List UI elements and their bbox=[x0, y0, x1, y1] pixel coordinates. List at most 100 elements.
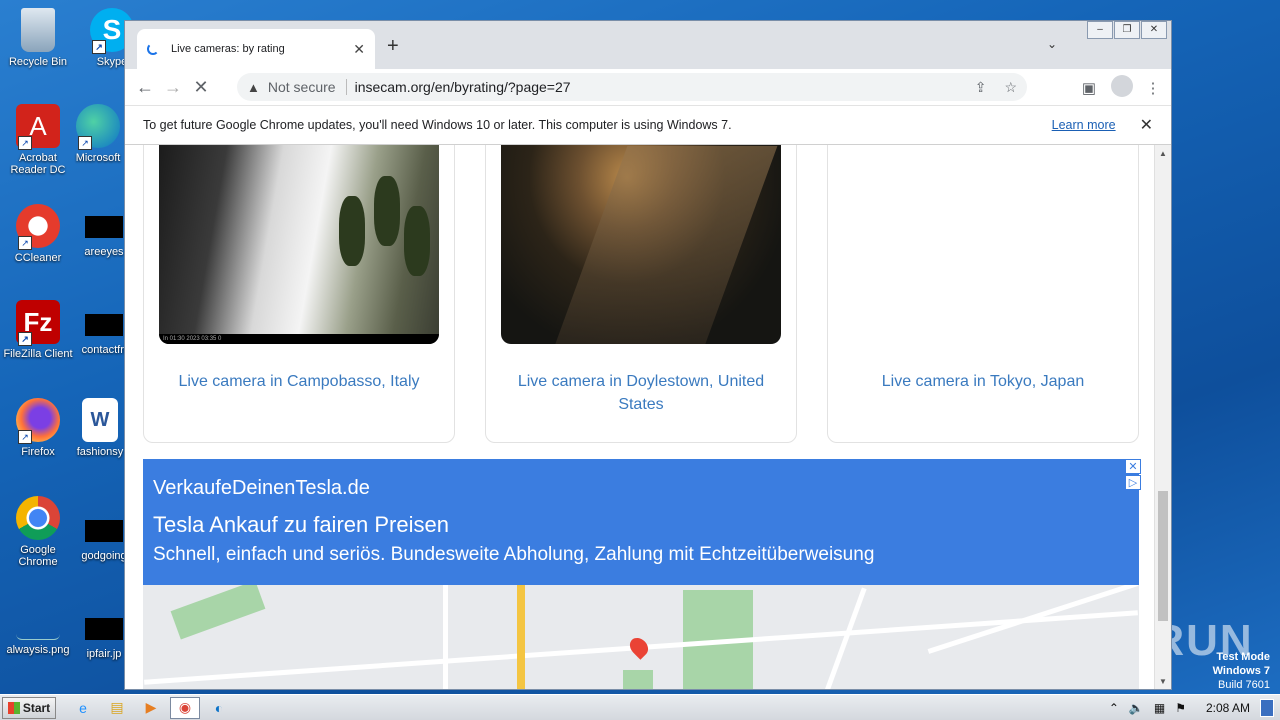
camera-feed-image[interactable] bbox=[843, 145, 1123, 344]
scroll-down-arrow-icon[interactable]: ▼ bbox=[1159, 677, 1167, 686]
image-file-icon bbox=[16, 616, 60, 640]
ccleaner-icon: ↗ bbox=[16, 204, 60, 250]
share-icon[interactable]: ⇪ bbox=[975, 79, 987, 96]
new-tab-button[interactable]: + bbox=[387, 35, 399, 58]
chrome-icon bbox=[16, 496, 60, 540]
desktop-icon-filezilla[interactable]: Fz ↗ FileZilla Client bbox=[0, 300, 76, 360]
file-explorer-icon[interactable]: ▤ bbox=[102, 697, 132, 719]
restore-button[interactable]: ❐ bbox=[1114, 21, 1140, 39]
start-button[interactable]: Start bbox=[2, 696, 56, 719]
toolbar-actions: ▣ ⋮ bbox=[1079, 75, 1163, 101]
loading-spinner-icon bbox=[147, 43, 159, 55]
ad-headline: Tesla Ankauf zu fairen Preisen bbox=[153, 512, 449, 537]
taskbar: Start e ▤ ▶ ◉ ◐ ⌃ 🔈 ▦ ⚑ 2:08 AM bbox=[0, 694, 1280, 720]
back-button[interactable]: ← bbox=[131, 77, 159, 98]
close-window-button[interactable]: ✕ bbox=[1141, 21, 1167, 39]
desktop-icon-recycle-bin[interactable]: Recycle Bin bbox=[0, 8, 76, 68]
camera-card[interactable]: In 01:30 2023 03:35 0 Live camera in Cam… bbox=[143, 145, 455, 443]
learn-more-link[interactable]: Learn more bbox=[1052, 118, 1116, 132]
desktop-icon-label: Firefox bbox=[21, 446, 55, 458]
camera-card[interactable]: Live camera in Doylestown, United States bbox=[485, 145, 797, 443]
tree-shape bbox=[339, 196, 365, 266]
desktop-icon-label: godgoing bbox=[81, 550, 127, 562]
not-secure-label[interactable]: Not secure bbox=[268, 79, 336, 95]
system-tray: ⌃ 🔈 ▦ ⚑ 2:08 AM bbox=[1109, 695, 1280, 720]
file-thumbnail-icon bbox=[85, 216, 123, 238]
camera-caption-link[interactable]: Live camera in Doylestown, United States bbox=[486, 370, 796, 416]
edge-icon: ↗ bbox=[76, 104, 120, 150]
desktop-icon-label: Skype bbox=[96, 56, 128, 68]
close-infobar-icon[interactable]: ✕ bbox=[1140, 115, 1153, 135]
desktop-icon-label: CCleaner bbox=[14, 252, 62, 264]
tab-search-chevron-icon[interactable]: ⌄ bbox=[1047, 37, 1057, 51]
tree-shape bbox=[404, 206, 430, 276]
desktop-icon-label: Acrobat Reader DC bbox=[10, 152, 66, 176]
close-tab-icon[interactable]: ✕ bbox=[353, 41, 365, 58]
ad-map[interactable] bbox=[143, 585, 1139, 689]
advertisement-banner[interactable]: VerkaufeDeinenTesla.de Tesla Ankauf zu f… bbox=[143, 459, 1141, 585]
ad-choices-icon[interactable]: ▷ bbox=[1125, 475, 1141, 490]
network-icon[interactable]: ▦ bbox=[1154, 701, 1165, 715]
warning-icon: ▲ bbox=[247, 79, 260, 95]
clock[interactable]: 2:08 AM bbox=[1206, 701, 1250, 715]
desktop-icon-label: FileZilla Client bbox=[3, 348, 73, 360]
ad-description: Schnell, einfach und seriös. Bundesweite… bbox=[153, 544, 875, 565]
internet-explorer-icon[interactable]: e bbox=[68, 697, 98, 719]
word-document-icon: W bbox=[82, 398, 118, 442]
camera-feed-image[interactable] bbox=[501, 145, 781, 344]
bookmark-star-icon[interactable]: ☆ bbox=[1004, 79, 1017, 96]
desktop-icon-alwaysis[interactable]: alwaysis.png bbox=[0, 616, 76, 656]
chrome-window: Live cameras: by rating ✕ + ⌄ – ❐ ✕ ← → … bbox=[124, 20, 1172, 690]
desktop-icon-chrome[interactable]: Google Chrome bbox=[0, 496, 76, 568]
map-road bbox=[443, 585, 448, 689]
profile-avatar[interactable] bbox=[1111, 75, 1133, 101]
map-pin-icon[interactable] bbox=[626, 634, 652, 660]
watermark-line: Windows 7 bbox=[1212, 665, 1270, 677]
desktop-icon-label: fashionsy bbox=[76, 446, 124, 458]
minimize-button[interactable]: – bbox=[1087, 21, 1113, 39]
camera-card[interactable]: Live camera in Tokyo, Japan bbox=[827, 145, 1139, 443]
tree-shape bbox=[374, 176, 400, 246]
page-scrollbar[interactable]: ▲ ▼ bbox=[1154, 145, 1171, 689]
infobar-message: To get future Google Chrome updates, you… bbox=[143, 118, 732, 132]
side-panel-icon[interactable]: ▣ bbox=[1079, 79, 1099, 97]
camera-timestamp: In 01:30 2023 03:35 0 bbox=[159, 334, 439, 344]
browser-tab[interactable]: Live cameras: by rating ✕ bbox=[137, 29, 375, 69]
file-thumbnail-icon bbox=[85, 520, 123, 542]
camera-caption-link[interactable]: Live camera in Tokyo, Japan bbox=[828, 370, 1138, 393]
address-bar[interactable]: ▲ Not secure insecam.org/en/byrating/?pa… bbox=[237, 73, 1027, 101]
menu-kebab-icon[interactable]: ⋮ bbox=[1143, 79, 1163, 97]
ad-close-icon[interactable]: ✕ bbox=[1125, 459, 1141, 474]
desktop-icon-label: alwaysis.png bbox=[6, 644, 70, 656]
tab-strip: Live cameras: by rating ✕ + ⌄ – ❐ ✕ bbox=[125, 21, 1171, 69]
acrobat-icon: A ↗ bbox=[16, 104, 60, 150]
file-thumbnail-icon bbox=[85, 618, 123, 640]
camera-feed-image[interactable]: In 01:30 2023 03:35 0 bbox=[159, 145, 439, 344]
desktop-icon-label: Recycle Bin bbox=[8, 56, 68, 68]
chrome-taskbar-icon[interactable]: ◉ bbox=[170, 696, 200, 719]
scrollbar-thumb[interactable] bbox=[1158, 491, 1168, 621]
edge-taskbar-icon[interactable]: ◐ bbox=[204, 697, 234, 719]
tray-expand-icon[interactable]: ⌃ bbox=[1109, 701, 1119, 715]
page-content: In 01:30 2023 03:35 0 Live camera in Cam… bbox=[125, 145, 1155, 689]
map-park bbox=[170, 585, 266, 640]
desktop-icon-ccleaner[interactable]: ↗ CCleaner bbox=[0, 204, 76, 264]
volume-icon[interactable]: 🔈 bbox=[1129, 701, 1144, 715]
watermark-line: Test Mode bbox=[1216, 651, 1270, 663]
url-text[interactable]: insecam.org/en/byrating/?page=27 bbox=[355, 79, 957, 95]
avatar bbox=[1111, 75, 1133, 97]
camera-caption-link[interactable]: Live camera in Campobasso, Italy bbox=[144, 370, 454, 393]
desktop-icon-label: Microsoft bbox=[75, 152, 121, 164]
show-desktop-button[interactable] bbox=[1260, 699, 1274, 717]
watermark-line: Build 7601 bbox=[1218, 679, 1270, 691]
media-player-icon[interactable]: ▶ bbox=[136, 697, 166, 719]
scroll-up-arrow-icon[interactable]: ▲ bbox=[1159, 149, 1167, 158]
forward-button[interactable]: → bbox=[159, 77, 187, 98]
firefox-icon: ↗ bbox=[16, 398, 60, 444]
stop-loading-button[interactable]: ✕ bbox=[187, 77, 215, 98]
desktop-icon-label: Google Chrome bbox=[18, 544, 58, 568]
map-park bbox=[623, 670, 653, 689]
start-label: Start bbox=[22, 700, 51, 715]
action-center-flag-icon[interactable]: ⚑ bbox=[1175, 701, 1186, 715]
browser-toolbar: ← → ✕ ▲ Not secure insecam.org/en/byrati… bbox=[125, 69, 1171, 105]
